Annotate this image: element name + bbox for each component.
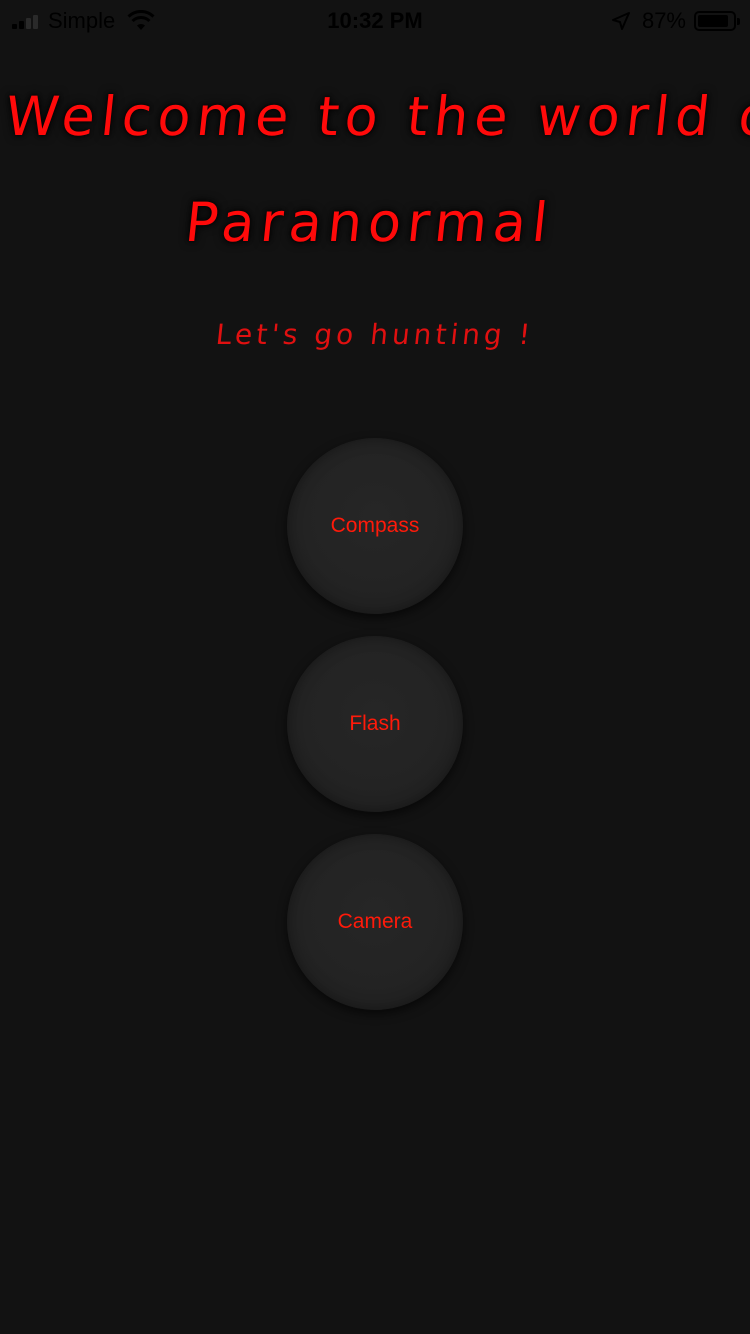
location-arrow-icon	[611, 12, 630, 30]
status-right: 87%	[611, 8, 740, 34]
title-line-1: Welcome to the world of	[2, 85, 750, 148]
camera-button-label: Camera	[337, 910, 413, 933]
status-bar: Simple 10:32 PM 87%	[0, 0, 750, 40]
flash-button-label: Flash	[349, 712, 401, 735]
page-title: Welcome to the world of Paranormal	[0, 64, 750, 276]
subtitle: Let's go hunting !	[214, 318, 536, 351]
title-line-2: Paranormal	[182, 191, 557, 254]
camera-button[interactable]: Camera	[287, 834, 463, 1010]
battery-percent: 87%	[641, 8, 686, 33]
compass-button[interactable]: Compass	[287, 438, 463, 614]
compass-button-label: Compass	[330, 514, 420, 537]
battery-icon	[694, 11, 740, 31]
flash-button[interactable]: Flash	[287, 636, 463, 812]
battery-fill	[698, 15, 728, 27]
